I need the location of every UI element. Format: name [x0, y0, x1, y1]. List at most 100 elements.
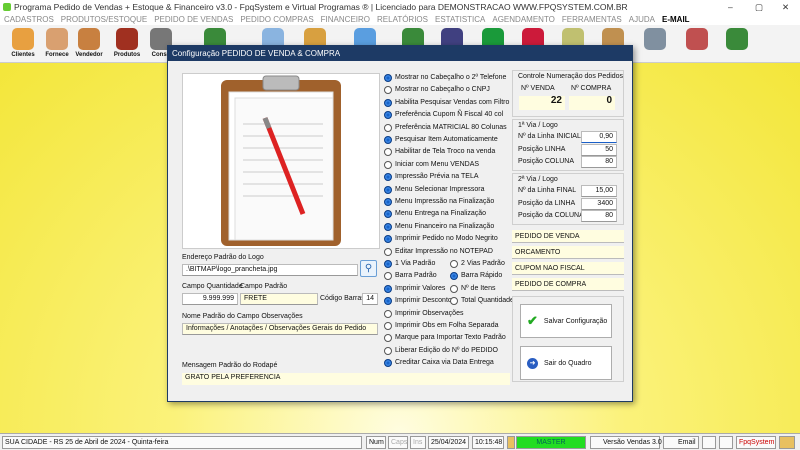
barcode-input[interactable]: 14 [362, 293, 378, 305]
via2-row-input[interactable]: 3400 [581, 197, 617, 210]
option-radio[interactable]: Imprimir Valores [384, 284, 445, 294]
toolbar-button-tool-17[interactable] [722, 27, 752, 61]
sale-number-input[interactable]: 22 [519, 96, 565, 110]
option-label: Marque para Importar Texto Padrão [395, 334, 506, 342]
obs-label: Nome Padrão do Campo Observações [182, 313, 303, 320]
option-label: Imprimir Pedido no Modo Negrito [395, 235, 498, 243]
option-radio[interactable]: Nº de Itens [450, 284, 495, 294]
toolbar-button-vendedor[interactable]: Vendedor [74, 27, 104, 61]
menu-ajuda[interactable]: AJUDA [629, 14, 655, 25]
option-radio[interactable]: Menu Selecionar Impressora [384, 185, 485, 195]
calculator-icon[interactable] [719, 436, 733, 449]
doc-title-input[interactable]: ORCAMENTO [512, 246, 624, 259]
toolbar-icon [12, 28, 34, 50]
option-label: Menu Financeiro na Finalização [395, 222, 495, 230]
menu-email[interactable]: E-MAIL [662, 14, 690, 25]
option-radio[interactable]: Menu Entrega na Finalização [384, 209, 486, 219]
via2-row-input[interactable]: 80 [581, 210, 617, 222]
menu-estatistica[interactable]: ESTATISTICA [435, 14, 485, 25]
option-radio[interactable]: Barra Padrão [384, 271, 437, 281]
status-user: MASTER [516, 436, 586, 449]
maximize-button[interactable]: ▢ [755, 0, 763, 14]
option-radio[interactable]: Barra Rápido [450, 271, 502, 281]
default-field-input[interactable]: FRETE [240, 293, 318, 305]
status-num: Num [366, 436, 386, 449]
menu-pedidodevendas[interactable]: PEDIDO DE VENDAS [154, 14, 233, 25]
option-radio[interactable]: Menu Financeiro na Finalização [384, 222, 494, 232]
qty-input[interactable]: 9.999.999 [182, 293, 238, 305]
option-label: 1 Via Padrão [395, 260, 436, 267]
toolbar-button-fornece[interactable]: Fornece [42, 27, 72, 61]
radio-unchecked-icon [450, 260, 458, 268]
via1-row-input[interactable]: 0,90 [581, 131, 617, 143]
option-radio[interactable]: Pesquisar Item Automaticamente [384, 135, 498, 145]
option-label: Creditar Caixa via Data Entrega [395, 359, 494, 367]
option-radio[interactable]: Imprimir Pedido no Modo Negrito [384, 234, 498, 244]
print-icon[interactable] [702, 436, 716, 449]
radio-checked-icon [384, 173, 392, 182]
menu-produtosestoque[interactable]: PRODUTOS/ESTOQUE [61, 14, 147, 25]
option-radio[interactable]: Total Quantidade [450, 296, 514, 306]
option-radio[interactable]: Impressão Prévia na TELA [384, 172, 479, 182]
menu-relatrios[interactable]: RELATÓRIOS [377, 14, 428, 25]
option-label: Imprimir Observações [395, 309, 464, 317]
close-button[interactable]: ✕ [782, 0, 789, 14]
option-radio[interactable]: Liberar Edição do Nº do PEDIDO [384, 346, 498, 356]
option-radio[interactable]: 2 Vias Padrão [450, 259, 505, 269]
option-radio[interactable]: Mostrar no Cabeçalho o CNPJ [384, 85, 490, 95]
logo-path-input[interactable]: .\BITMAP\logo_prancheta.jpg [182, 264, 358, 276]
menu-agendamento[interactable]: AGENDAMENTO [492, 14, 555, 25]
toolbar-label: Fornece [45, 52, 69, 58]
radio-unchecked-icon [384, 247, 392, 256]
toolbar-button-produtos[interactable]: Produtos [112, 27, 142, 61]
option-radio[interactable]: Creditar Caixa via Data Entrega [384, 358, 494, 368]
option-radio[interactable]: 1 Via Padrão [384, 259, 435, 269]
option-radio[interactable]: Preferência MATRICIAL 80 Colunas [384, 123, 507, 133]
via1-row-input[interactable]: 80 [581, 156, 617, 168]
via2-row-input[interactable]: 15,00 [581, 185, 617, 197]
save-config-button[interactable]: ✔ Salvar Configuração [520, 304, 612, 338]
via2-row-label: Nº da Linha FINAL [518, 187, 577, 194]
option-radio[interactable]: Imprimir Obs em Folha Separada [384, 321, 498, 331]
search-icon[interactable]: ⚲ [360, 260, 377, 277]
email-button[interactable]: Email [663, 436, 699, 449]
doc-title-input[interactable]: PEDIDO DE VENDA [512, 230, 624, 243]
option-radio[interactable]: Habilitar de Tela Troco na venda [384, 147, 495, 157]
radio-unchecked-icon [384, 346, 392, 355]
menu-ferramentas[interactable]: FERRAMENTAS [562, 14, 622, 25]
doc-title-input[interactable]: PEDIDO DE COMPRA [512, 278, 624, 291]
help-icon[interactable] [779, 436, 795, 449]
option-radio[interactable]: Habilita Pesquisar Vendas com Filtro [384, 98, 509, 108]
option-radio[interactable]: Iniciar com Menu VENDAS [384, 160, 479, 170]
via1-row-input[interactable]: 50 [581, 143, 617, 156]
radio-unchecked-icon [450, 297, 458, 306]
option-radio[interactable]: Marque para Importar Texto Padrão [384, 333, 506, 343]
toolbar-button-clientes[interactable]: Clientes [8, 27, 38, 61]
toolbar-icon [686, 28, 708, 50]
menu-financeiro[interactable]: FINANCEIRO [321, 14, 370, 25]
option-radio[interactable]: Editar Impressão no NOTEPAD [384, 247, 493, 257]
option-radio[interactable]: Imprimir Descontos [384, 296, 455, 306]
toolbar-button-tool-16[interactable] [682, 27, 712, 61]
numbering-title: Controle Numeração dos Pedidos [518, 73, 624, 80]
menu-pedidocompras[interactable]: PEDIDO COMPRAS [240, 14, 313, 25]
footer-input[interactable]: GRATO PELA PREFERENCIA [182, 373, 510, 385]
radio-unchecked-icon [384, 272, 392, 281]
doc-title-input[interactable]: CUPOM NAO FISCAL [512, 262, 624, 275]
purchase-number-input[interactable]: 0 [569, 96, 615, 110]
option-radio[interactable]: Preferência Cupom Ñ Fiscal 40 col [384, 110, 503, 120]
radio-unchecked-icon [384, 86, 392, 95]
toolbar-button-tool-15[interactable] [640, 27, 670, 61]
option-radio[interactable]: Mostrar no Cabeçalho o 2º Telefone [384, 73, 506, 83]
option-label: Imprimir Valores [395, 284, 446, 292]
via2-row-label: Posição da LINHA [518, 199, 576, 207]
menu-cadastros[interactable]: CADASTROS [4, 14, 54, 25]
window-title: Programa Pedido de Vendas + Estoque & Fi… [14, 2, 628, 12]
toolbar-icon [116, 28, 138, 50]
option-radio[interactable]: Imprimir Observações [384, 309, 463, 319]
app-icon [3, 3, 11, 11]
option-radio[interactable]: Menu Impressão na Finalização [384, 197, 494, 207]
minimize-button[interactable]: – [728, 0, 733, 14]
obs-input[interactable]: Informações / Anotações / Observações Ge… [182, 323, 378, 335]
exit-button[interactable]: ➜ Sair do Quadro [520, 346, 612, 380]
